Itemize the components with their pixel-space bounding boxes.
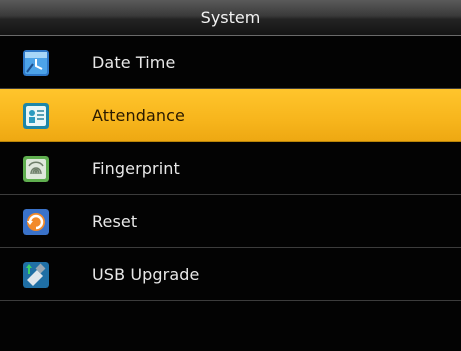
fingerprint-icon <box>23 156 49 182</box>
system-screen: System Date Time Attendance Fingerprint … <box>0 0 461 351</box>
screen-title: System <box>200 8 261 27</box>
menu-item-reset[interactable]: Reset <box>0 195 461 248</box>
system-menu: Date Time Attendance Fingerprint Reset U… <box>0 36 461 301</box>
menu-item-label: Reset <box>92 211 138 231</box>
attendance-record-icon <box>23 103 49 129</box>
menu-item-usb-upgrade[interactable]: USB Upgrade <box>0 248 461 301</box>
usb-upgrade-icon <box>23 262 49 288</box>
menu-item-label: USB Upgrade <box>92 264 200 284</box>
menu-item-label: Fingerprint <box>92 158 180 178</box>
menu-item-label: Date Time <box>92 52 176 72</box>
calendar-clock-icon <box>23 50 49 76</box>
menu-item-attendance[interactable]: Attendance <box>0 89 461 142</box>
menu-item-label: Attendance <box>92 105 185 125</box>
menu-item-fingerprint[interactable]: Fingerprint <box>0 142 461 195</box>
menu-item-date-time[interactable]: Date Time <box>0 36 461 89</box>
reset-icon <box>23 209 49 235</box>
title-bar: System <box>0 0 461 36</box>
